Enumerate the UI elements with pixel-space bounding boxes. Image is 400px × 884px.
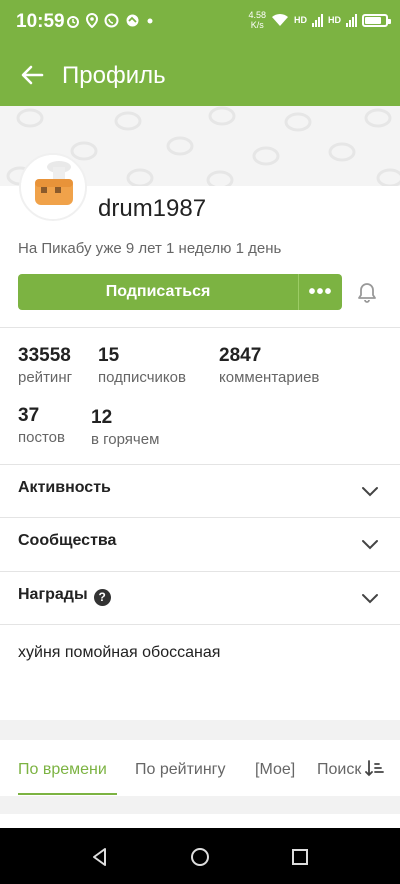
stat-label: подписчиков [98, 369, 186, 386]
tab-search[interactable]: Поиск [317, 761, 361, 779]
page-title: Профиль [62, 62, 166, 89]
bell-icon[interactable] [356, 281, 378, 303]
sort-icon[interactable] [364, 758, 386, 780]
section-label-wrap: Награды? [18, 586, 111, 606]
feed-start [0, 814, 400, 828]
stat-label: постов [18, 429, 65, 446]
stat-rating[interactable]: 33558 рейтинг [18, 345, 72, 386]
tab-by-time[interactable]: По времени [18, 761, 107, 779]
app-bar: Профиль [0, 44, 400, 106]
hd-label-2: HD [328, 15, 341, 25]
section-label: Сообщества [18, 532, 117, 549]
member-since: На Пикабу уже 9 лет 1 неделю 1 день [18, 240, 282, 257]
stat-comments[interactable]: 2847 комментариев [219, 345, 319, 386]
location-icon [86, 13, 98, 28]
signal-icon-2 [346, 13, 357, 27]
whatsapp-icon [104, 13, 119, 28]
more-options-button[interactable]: ••• [298, 274, 342, 310]
more-dot-icon [147, 18, 153, 23]
nav-back-icon[interactable] [89, 846, 111, 868]
avatar[interactable] [19, 153, 87, 221]
nav-home-icon[interactable] [189, 846, 211, 868]
help-icon[interactable]: ? [93, 589, 111, 606]
section-activity[interactable]: Активность [0, 464, 400, 517]
divider [0, 624, 400, 625]
subscribe-button[interactable]: Подписаться [18, 274, 298, 310]
section-label: Награды [18, 586, 88, 603]
hd-label-1: HD [294, 15, 307, 25]
back-arrow-icon[interactable] [16, 59, 48, 91]
avatar-image [21, 155, 85, 219]
tab-by-rating[interactable]: По рейтингу [135, 761, 226, 779]
divider [0, 327, 400, 328]
stat-value: 2847 [219, 345, 262, 366]
system-nav-bar [0, 828, 400, 884]
profile-bio: хуйня помойная обоссаная [18, 644, 221, 661]
stat-value: 37 [18, 405, 40, 426]
stat-label: в горячем [91, 431, 160, 448]
network-speed: 4.58 K/s [248, 10, 266, 30]
stat-value: 33558 [18, 345, 71, 366]
battery-icon [362, 13, 391, 27]
tab-mine[interactable]: [Мое] [255, 761, 295, 779]
status-bar: 10:59 4.58 K/s HD HD [0, 0, 400, 44]
wifi-icon [272, 13, 288, 26]
separator-band [0, 796, 400, 814]
stat-value: 15 [98, 345, 120, 366]
section-label: Активность [18, 479, 111, 496]
status-right: 4.58 K/s HD HD [248, 10, 391, 30]
stat-label: комментариев [219, 369, 320, 386]
post-sort-tabs: По времени По рейтингу [Мое] Поиск [0, 740, 400, 796]
nav-recents-icon[interactable] [289, 846, 311, 868]
stat-subscribers[interactable]: 15 подписчиков [98, 345, 186, 386]
stat-label: рейтинг [18, 369, 73, 386]
chevron-down-icon [362, 540, 378, 550]
stat-hot[interactable]: 12 в горячем [91, 407, 159, 448]
username: drum1987 [98, 195, 207, 222]
section-communities[interactable]: Сообщества [0, 517, 400, 570]
status-left-icons [66, 13, 154, 28]
chevron-down-icon [362, 594, 378, 604]
alarm-icon [67, 15, 79, 28]
active-tab-indicator [18, 793, 117, 795]
status-time: 10:59 [16, 11, 65, 32]
separator-band [0, 720, 400, 740]
section-awards[interactable]: Награды? [0, 571, 400, 624]
network-speed-unit: K/s [250, 20, 264, 30]
network-speed-value: 4.58 [248, 10, 266, 20]
chevron-down-icon [362, 487, 378, 497]
app-notification-icon [126, 14, 139, 27]
stat-posts[interactable]: 37 постов [18, 405, 65, 446]
stat-value: 12 [91, 407, 113, 428]
signal-icon [312, 13, 323, 27]
